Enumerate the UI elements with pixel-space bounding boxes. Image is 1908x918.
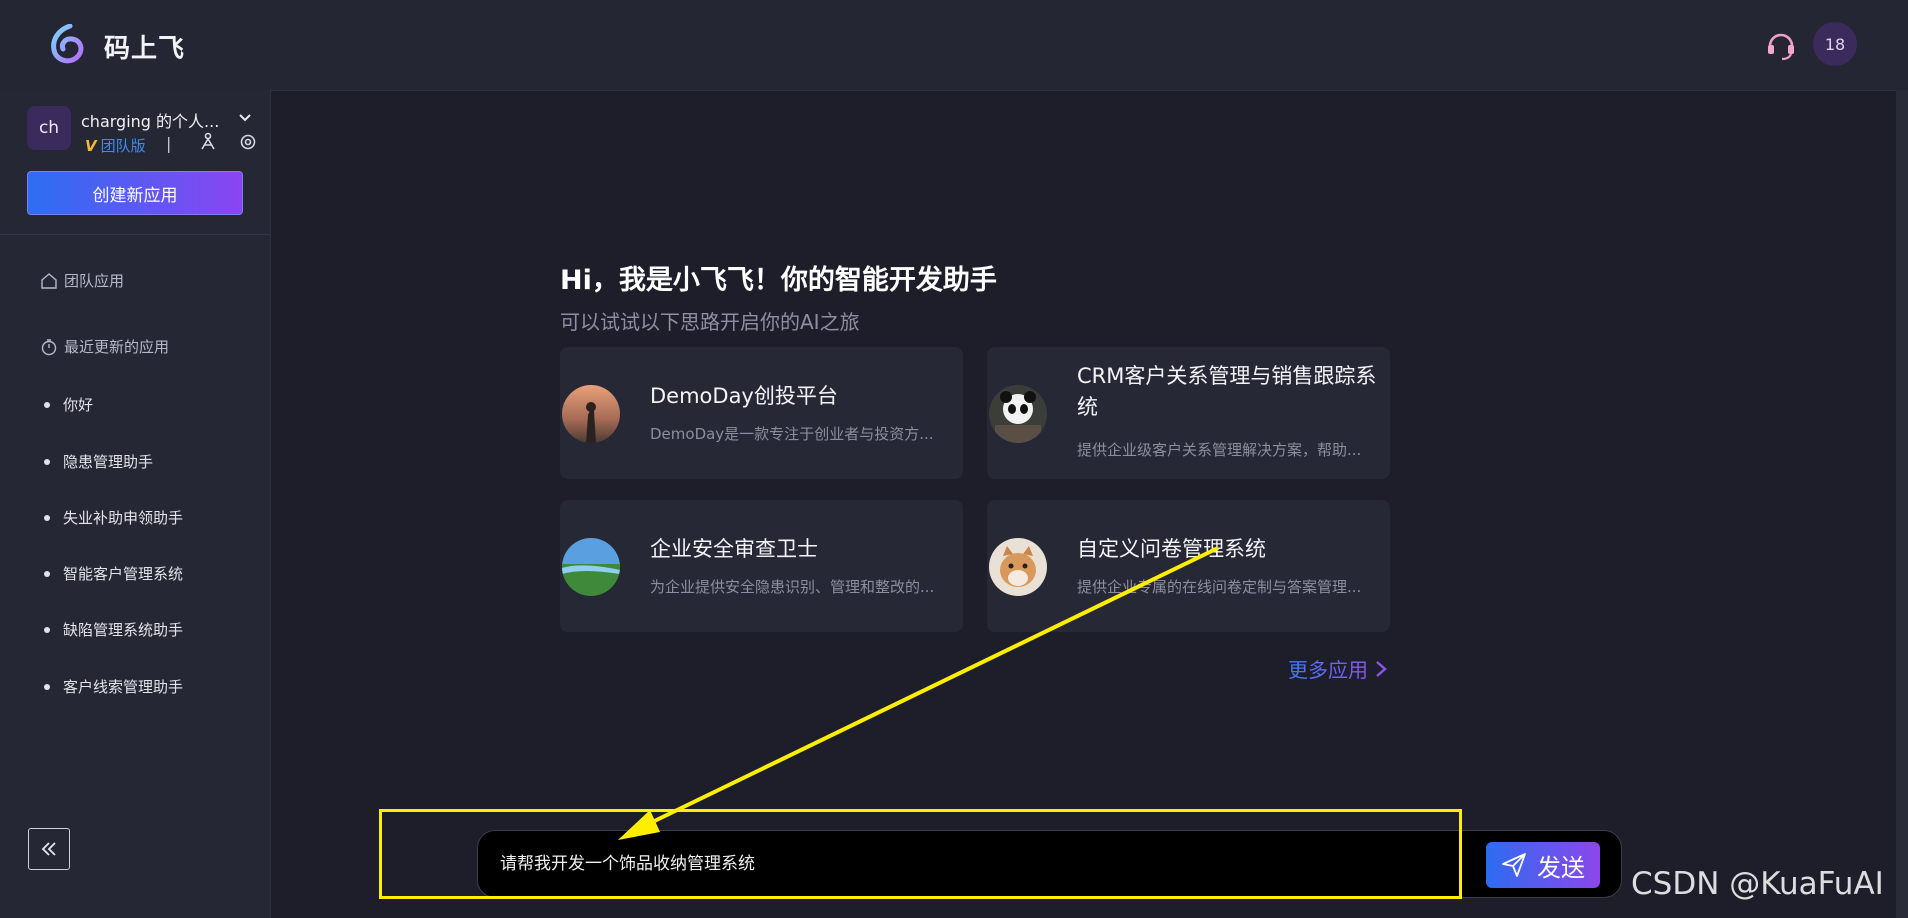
team-structure-icon[interactable] [198, 132, 218, 152]
card-title: CRM客户关系管理与销售跟踪系统 [1077, 364, 1377, 419]
recent-app-item[interactable]: 隐患管理助手 [44, 451, 153, 472]
app-logo-icon[interactable] [48, 24, 86, 64]
home-icon [41, 272, 57, 289]
create-app-button[interactable]: 创建新应用 [27, 171, 243, 215]
card-thumbnail-image [989, 385, 1047, 443]
card-description: 提供企业专属的在线问卷定制与答案管理... [1077, 578, 1362, 596]
app-label: 失业补助申领助手 [63, 509, 184, 527]
user-avatar[interactable]: 18 [1813, 22, 1857, 66]
recent-app-item[interactable]: 你好 [44, 394, 93, 415]
app-label: 智能客户管理系统 [63, 565, 184, 583]
suggestion-card-security[interactable]: 企业安全审查卫士 为企业提供安全隐患识别、管理和整改的... [560, 500, 963, 632]
headset-support-icon[interactable] [1764, 28, 1798, 62]
send-button[interactable]: 发送 [1486, 842, 1600, 888]
bullet-icon [44, 683, 50, 690]
double-chevron-left-icon [41, 842, 56, 856]
nav-label: 最近更新的应用 [64, 338, 170, 356]
page-scrollbar[interactable] [1896, 90, 1908, 918]
app-label: 客户线索管理助手 [63, 678, 184, 696]
suggestion-card-crm[interactable]: CRM客户关系管理与销售跟踪系统 提供企业级客户关系管理解决方案，帮助... [987, 347, 1390, 479]
app-label: 你好 [63, 396, 94, 414]
nav-recent-apps[interactable]: 最近更新的应用 [40, 336, 169, 357]
more-apps-label: 更多应用 [1288, 654, 1368, 683]
recent-app-item[interactable]: 智能客户管理系统 [44, 563, 183, 584]
bullet-icon [44, 570, 50, 577]
recent-app-item[interactable]: 失业补助申领助手 [44, 507, 183, 528]
bullet-icon [44, 626, 50, 633]
card-description: 提供企业级客户关系管理解决方案，帮助... [1077, 441, 1362, 459]
annotation-highlight-box [379, 809, 1462, 899]
card-description: 为企业提供安全隐患识别、管理和整改的... [650, 578, 935, 596]
chevron-right-icon [1376, 660, 1387, 677]
recent-app-item[interactable]: 客户线索管理助手 [44, 676, 183, 697]
nav-team-apps[interactable]: 团队应用 [40, 270, 124, 291]
send-label: 发送 [1537, 853, 1585, 882]
card-thumbnail-image [562, 385, 620, 443]
app-label: 缺陷管理系统助手 [63, 621, 184, 639]
edition-label: 团队版 [100, 137, 146, 155]
vip-badge-icon: V [85, 136, 97, 155]
bullet-icon [44, 401, 50, 408]
card-title: 自定义问卷管理系统 [1077, 537, 1266, 561]
workspace-name[interactable]: charging 的个人... [81, 108, 219, 132]
bullet-icon [44, 514, 50, 521]
greeting-title: Hi，我是小飞飞！你的智能开发助手 [560, 265, 997, 296]
top-header: 码上飞 18 [0, 0, 1908, 91]
greeting-subtitle: 可以试试以下思路开启你的AI之旅 [560, 310, 860, 334]
card-thumbnail-image [989, 538, 1047, 596]
watermark-text: CSDN @KuaFuAI [1631, 866, 1884, 902]
sidebar-divider [0, 234, 270, 235]
card-description: DemoDay是一款专注于创业者与投资方... [650, 425, 934, 443]
recent-app-item[interactable]: 缺陷管理系统助手 [44, 619, 183, 640]
nav-label: 团队应用 [64, 272, 125, 290]
suggestion-card-survey[interactable]: 自定义问卷管理系统 提供企业专属的在线问卷定制与答案管理... [987, 500, 1390, 632]
brand-name: 码上飞 [104, 34, 186, 64]
app-label: 隐患管理助手 [63, 453, 154, 471]
separator: | [166, 134, 172, 153]
timer-icon [41, 338, 57, 355]
collapse-sidebar-button[interactable] [28, 828, 70, 870]
card-thumbnail-image [562, 538, 620, 596]
suggestion-card-demoday[interactable]: DemoDay创投平台 DemoDay是一款专注于创业者与投资方... [560, 347, 963, 479]
sidebar: ch charging 的个人... V 团队版 | 创建新应用 团队应用 最近… [0, 90, 271, 918]
card-title: 企业安全审查卫士 [650, 537, 818, 561]
settings-gear-icon[interactable] [238, 132, 258, 152]
bullet-icon [44, 458, 50, 465]
chevron-down-icon[interactable] [237, 110, 253, 126]
edition-badge: V 团队版 [85, 135, 146, 156]
paper-plane-icon [1502, 853, 1526, 877]
more-apps-link[interactable]: 更多应用 [1288, 654, 1388, 683]
card-title: DemoDay创投平台 [650, 384, 838, 408]
workspace-avatar[interactable]: ch [27, 106, 71, 150]
